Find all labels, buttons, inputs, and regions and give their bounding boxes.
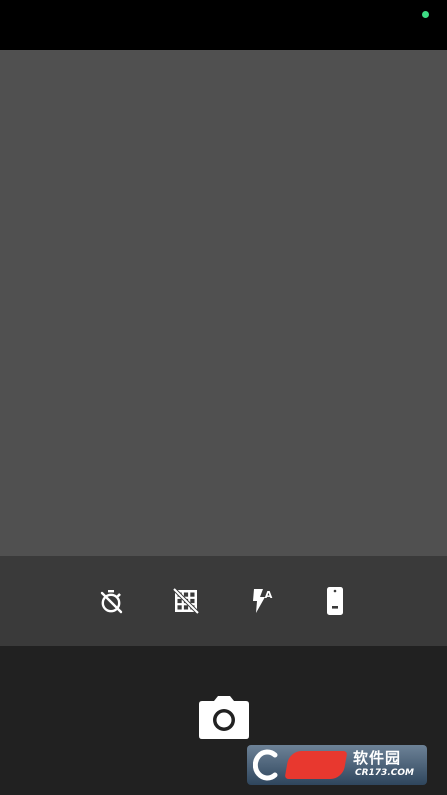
switch-camera-button[interactable] — [315, 581, 355, 621]
status-bar — [0, 0, 447, 50]
watermark-badge — [284, 751, 348, 779]
camera-screen: A 软件园 CR173.COM — [0, 0, 447, 795]
watermark-logo-icon — [253, 749, 278, 781]
shutter-bar: 软件园 CR173.COM — [0, 646, 447, 795]
watermark-brand: 软件园 — [353, 749, 402, 767]
shutter-button[interactable] — [193, 691, 255, 745]
notification-dot — [422, 11, 429, 18]
timer-off-icon — [100, 590, 123, 614]
camera-controls-bar: A — [0, 556, 447, 646]
watermark-domain: CR173.COM — [355, 768, 414, 778]
camera-icon — [199, 696, 249, 739]
camera-viewfinder[interactable] — [0, 50, 447, 556]
grid-button[interactable] — [166, 581, 206, 621]
flash-button[interactable]: A — [241, 581, 281, 621]
site-watermark: 软件园 CR173.COM — [247, 745, 427, 785]
camera-switch-icon — [327, 587, 343, 615]
flash-auto-icon: A — [253, 589, 273, 613]
grid-off-icon — [172, 587, 200, 615]
flash-auto-label: A — [265, 590, 273, 601]
timer-button[interactable] — [91, 581, 131, 621]
